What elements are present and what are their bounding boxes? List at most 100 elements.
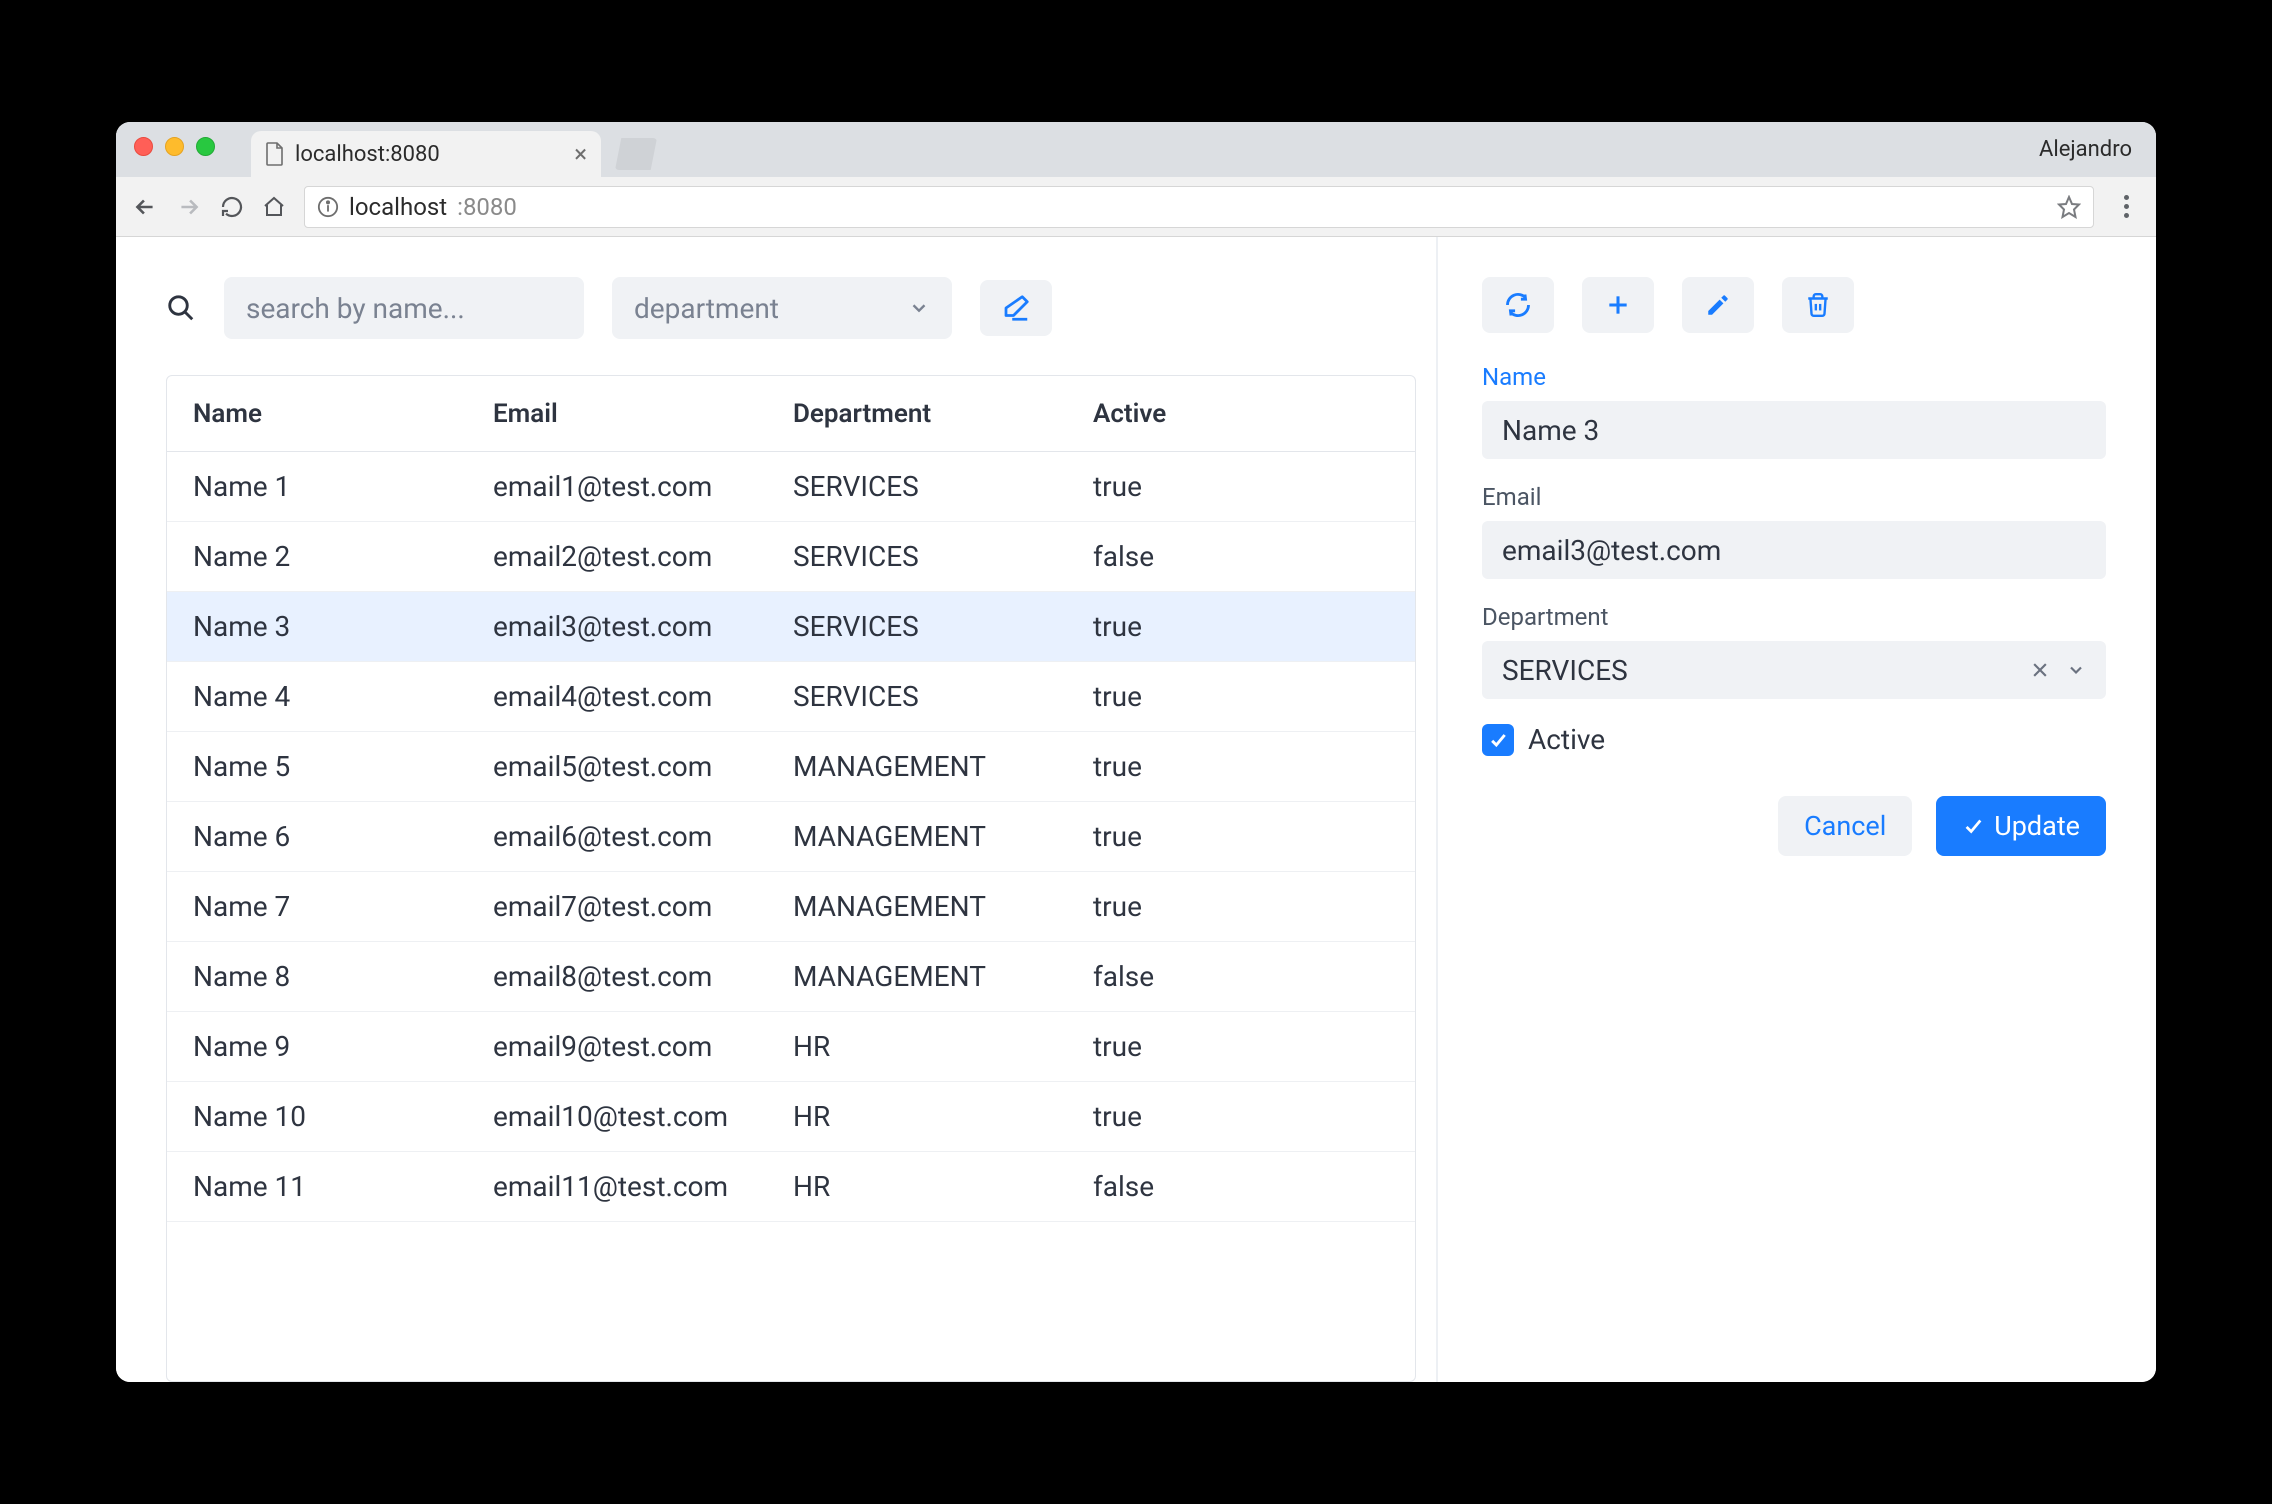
table-body[interactable]: Name 1email1@test.comSERVICEStrueName 2e…	[167, 452, 1415, 1381]
chevron-down-icon[interactable]	[2066, 660, 2086, 680]
cell-email: email10@test.com	[493, 1100, 793, 1133]
table-row[interactable]: Name 8email8@test.comMANAGEMENTfalse	[167, 942, 1415, 1012]
plus-icon	[1605, 292, 1631, 318]
new-tab-button[interactable]	[615, 138, 657, 170]
cell-active: false	[1093, 960, 1389, 993]
table-row[interactable]: Name 5email5@test.comMANAGEMENTtrue	[167, 732, 1415, 802]
table-row[interactable]: Name 11email11@test.comHRfalse	[167, 1152, 1415, 1222]
window-minimize-button[interactable]	[165, 137, 184, 156]
department-field[interactable]: SERVICES	[1482, 641, 2106, 699]
cell-email: email11@test.com	[493, 1170, 793, 1203]
cell-name: Name 6	[193, 820, 493, 853]
chevron-down-icon	[908, 297, 930, 319]
window-fullscreen-button[interactable]	[196, 137, 215, 156]
table-row[interactable]: Name 7email7@test.comMANAGEMENTtrue	[167, 872, 1415, 942]
table-header-row: Name Email Department Active	[167, 376, 1415, 452]
cell-name: Name 3	[193, 610, 493, 643]
browser-menu-button[interactable]	[2112, 195, 2140, 218]
cell-email: email5@test.com	[493, 750, 793, 783]
info-icon	[317, 196, 339, 218]
table-row[interactable]: Name 2email2@test.comSERVICESfalse	[167, 522, 1415, 592]
browser-window: localhost:8080 × Alejandro localhost:808…	[116, 122, 2156, 1382]
browser-tab[interactable]: localhost:8080 ×	[251, 131, 601, 177]
cancel-button[interactable]: Cancel	[1778, 796, 1912, 856]
close-icon[interactable]: ×	[574, 142, 587, 166]
browser-profile[interactable]: Alejandro	[2039, 122, 2132, 177]
col-department: Department	[793, 399, 1093, 429]
name-value: Name 3	[1502, 414, 1599, 447]
bookmark-icon[interactable]	[2057, 195, 2081, 219]
cell-department: SERVICES	[793, 610, 1093, 643]
cell-name: Name 5	[193, 750, 493, 783]
employees-table: Name Email Department Active Name 1email…	[166, 375, 1416, 1382]
trash-icon	[1805, 292, 1831, 318]
add-button[interactable]	[1582, 277, 1654, 333]
update-button[interactable]: Update	[1936, 796, 2106, 856]
window-close-button[interactable]	[134, 137, 153, 156]
name-field[interactable]: Name 3	[1482, 401, 2106, 459]
tab-strip: localhost:8080 × Alejandro	[116, 122, 2156, 177]
forward-button[interactable]	[176, 194, 202, 220]
update-label: Update	[1994, 810, 2080, 842]
cell-department: SERVICES	[793, 680, 1093, 713]
cell-department: HR	[793, 1170, 1093, 1203]
cell-name: Name 4	[193, 680, 493, 713]
table-row[interactable]: Name 9email9@test.comHRtrue	[167, 1012, 1415, 1082]
name-label: Name	[1482, 363, 2106, 391]
clear-icon[interactable]	[2030, 660, 2050, 680]
cell-department: MANAGEMENT	[793, 960, 1093, 993]
back-button[interactable]	[132, 194, 158, 220]
table-row[interactable]: Name 1email1@test.comSERVICEStrue	[167, 452, 1415, 522]
cell-department: MANAGEMENT	[793, 820, 1093, 853]
reload-button[interactable]	[220, 195, 244, 219]
cell-active: true	[1093, 890, 1389, 923]
check-icon	[1962, 815, 1984, 837]
department-value: SERVICES	[1502, 654, 1628, 687]
table-row[interactable]: Name 4email4@test.comSERVICEStrue	[167, 662, 1415, 732]
cell-active: true	[1093, 750, 1389, 783]
cell-name: Name 9	[193, 1030, 493, 1063]
cell-active: true	[1093, 820, 1389, 853]
tab-title: localhost:8080	[295, 142, 440, 167]
clear-filters-button[interactable]	[980, 280, 1052, 336]
active-checkbox-row[interactable]: Active	[1482, 723, 2106, 756]
active-label: Active	[1528, 723, 1605, 756]
department-placeholder: department	[634, 292, 779, 325]
cell-active: false	[1093, 1170, 1389, 1203]
cell-department: MANAGEMENT	[793, 750, 1093, 783]
window-controls	[134, 122, 215, 177]
refresh-button[interactable]	[1482, 277, 1554, 333]
address-bar[interactable]: localhost:8080	[304, 186, 2094, 228]
cell-department: SERVICES	[793, 540, 1093, 573]
cell-name: Name 1	[193, 470, 493, 503]
cancel-label: Cancel	[1804, 810, 1886, 842]
eraser-icon	[1001, 293, 1031, 323]
cell-email: email1@test.com	[493, 470, 793, 503]
home-button[interactable]	[262, 195, 286, 219]
cell-department: SERVICES	[793, 470, 1093, 503]
cell-email: email8@test.com	[493, 960, 793, 993]
cell-email: email7@test.com	[493, 890, 793, 923]
email-field[interactable]: email3@test.com	[1482, 521, 2106, 579]
cell-email: email2@test.com	[493, 540, 793, 573]
department-select[interactable]: department	[612, 277, 952, 339]
table-row[interactable]: Name 6email6@test.comMANAGEMENTtrue	[167, 802, 1415, 872]
list-pane: search by name... department Name	[116, 237, 1436, 1382]
search-input[interactable]: search by name...	[224, 277, 584, 339]
cell-department: HR	[793, 1100, 1093, 1133]
table-row[interactable]: Name 3email3@test.comSERVICEStrue	[167, 592, 1415, 662]
cell-active: true	[1093, 680, 1389, 713]
cell-name: Name 2	[193, 540, 493, 573]
cell-email: email4@test.com	[493, 680, 793, 713]
form-buttons: Cancel Update	[1482, 796, 2106, 856]
url-host: localhost	[349, 193, 447, 221]
table-row[interactable]: Name 10email10@test.comHRtrue	[167, 1082, 1415, 1152]
cell-active: true	[1093, 470, 1389, 503]
edit-button[interactable]	[1682, 277, 1754, 333]
pencil-icon	[1705, 292, 1731, 318]
cell-active: false	[1093, 540, 1389, 573]
col-active: Active	[1093, 399, 1389, 429]
delete-button[interactable]	[1782, 277, 1854, 333]
refresh-icon	[1504, 291, 1532, 319]
file-icon	[265, 142, 285, 166]
